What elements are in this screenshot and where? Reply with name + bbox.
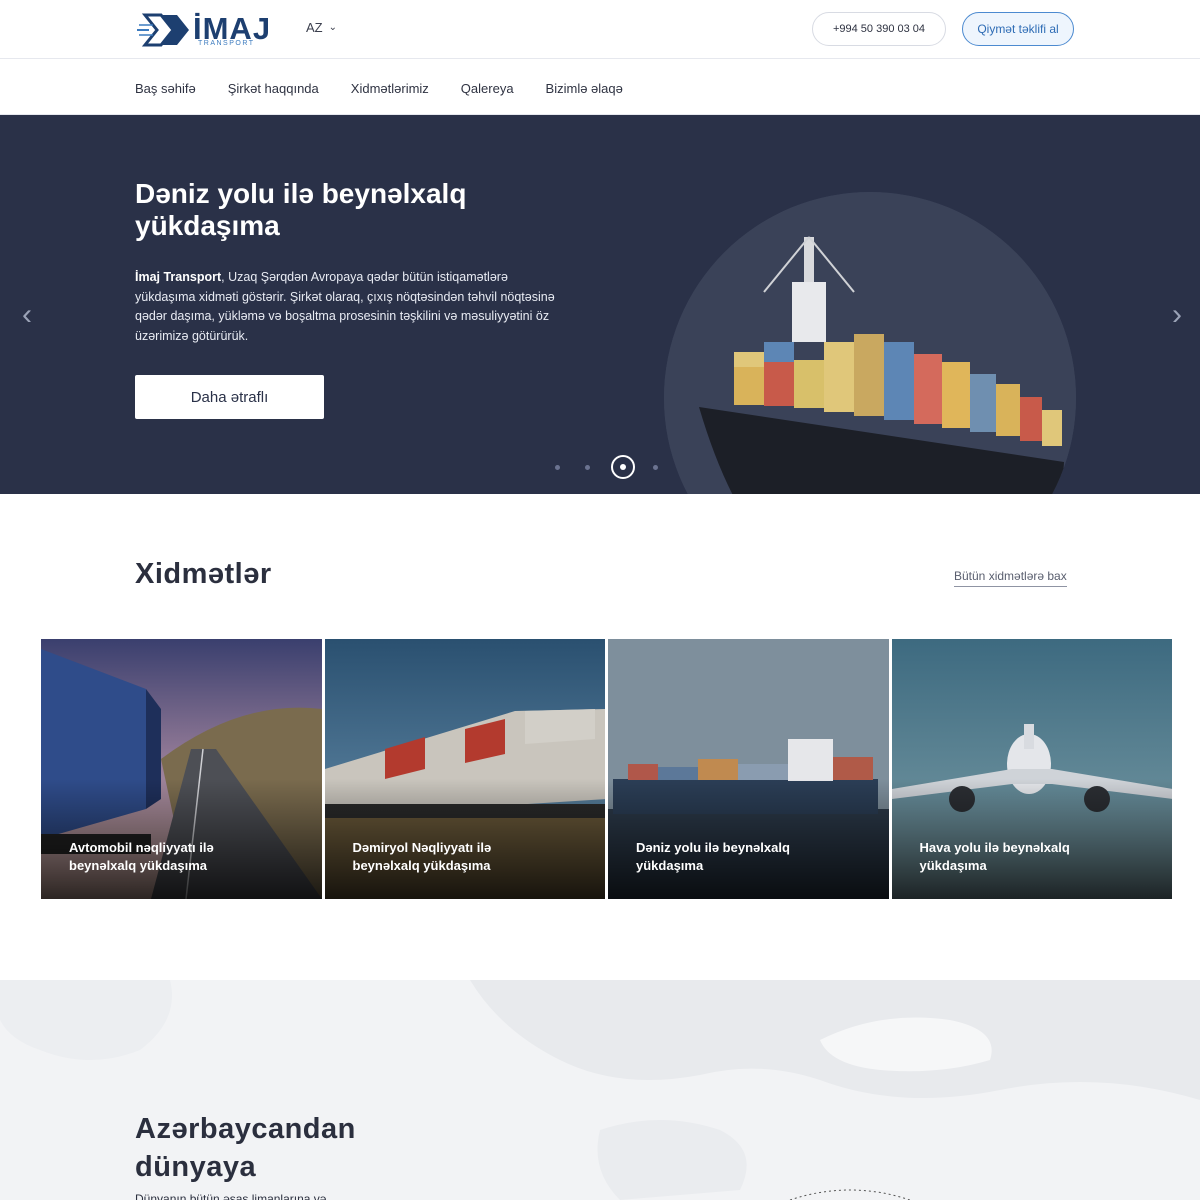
- nav-item-about[interactable]: Şirkət haqqında: [228, 81, 319, 96]
- slider-dot-4[interactable]: [653, 464, 658, 470]
- service-card-sea[interactable]: Dəniz yolu ilə beynəlxalq yükdaşıma: [608, 639, 889, 899]
- chevron-down-icon: ⌄: [328, 22, 338, 33]
- nav-item-contact[interactable]: Bizimlə əlaqə: [546, 81, 623, 96]
- service-card-air[interactable]: Hava yolu ilə beynəlxalq yükdaşıma: [891, 639, 1172, 899]
- service-card-label: Hava yolu ilə beynəlxalq yükdaşıma: [919, 840, 1070, 873]
- cargo-ship-image: [664, 192, 1076, 494]
- hero-title: Dəniz yolu ilə beynəlxalq yükdaşıma: [135, 178, 467, 241]
- world-heading: Azərbaycandan dünyaya: [135, 1113, 356, 1183]
- services-heading: Xidmətlər: [135, 558, 272, 590]
- hero-brand-name: İmaj Transport: [135, 270, 222, 284]
- top-header: İMAJ TRANSPORT AZ ⌄ +994 50 390 03 04 Qi…: [0, 0, 1200, 59]
- language-label: AZ: [306, 20, 323, 35]
- phone-button[interactable]: +994 50 390 03 04: [812, 12, 946, 46]
- nav-item-home[interactable]: Baş səhifə: [135, 81, 196, 96]
- slider-dot-3-active[interactable]: [611, 455, 635, 479]
- slider-pagination: [555, 455, 683, 479]
- main-navigation: Baş səhifə Şirkət haqqında Xidmətlərimiz…: [0, 59, 1200, 115]
- world-text: Dünyanın bütün əsas limanlarına və: [135, 1192, 327, 1200]
- slider-next-arrow-icon[interactable]: ›: [1172, 300, 1182, 330]
- nav-item-services[interactable]: Xidmətlərimiz: [351, 81, 429, 96]
- logo-arrows-icon: [137, 13, 189, 47]
- service-card-label: Dəniz yolu ilə beynəlxalq yükdaşıma: [636, 840, 790, 873]
- service-card-rail[interactable]: Dəmiryol Nəqliyyatı ilə beynəlxalq yükda…: [324, 639, 605, 899]
- logo-subtitle: TRANSPORT: [198, 40, 255, 47]
- service-card-label: Avtomobil nəqliyyatı ilə beynəlxalq yükd…: [69, 840, 214, 873]
- logo[interactable]: İMAJ TRANSPORT: [135, 9, 280, 51]
- world-section: Azərbaycandan dünyaya Dünyanın bütün əsa…: [0, 980, 1200, 1200]
- slider-dot-2[interactable]: [585, 464, 590, 470]
- service-card-truck[interactable]: Avtomobil nəqliyyatı ilə beynəlxalq yükd…: [41, 639, 322, 899]
- slider-prev-arrow-icon[interactable]: ‹: [22, 300, 32, 330]
- hero-description: İmaj Transport, Uzaq Şərqdən Avropaya qə…: [135, 268, 565, 346]
- slider-dot-1[interactable]: [555, 464, 560, 470]
- nav-item-gallery[interactable]: Qalereya: [461, 81, 514, 96]
- language-selector[interactable]: AZ ⌄: [306, 20, 337, 35]
- service-cards: Avtomobil nəqliyyatı ilə beynəlxalq yükd…: [41, 639, 1172, 899]
- get-quote-button[interactable]: Qiymət təklifi al: [962, 12, 1074, 46]
- hero-slider: ‹ › Dəniz yolu ilə beynəlxalq yükdaşıma …: [0, 115, 1200, 494]
- more-info-button[interactable]: Daha ətraflı: [135, 375, 324, 419]
- all-services-link[interactable]: Bütün xidmətlərə bax: [954, 569, 1067, 587]
- service-card-label: Dəmiryol Nəqliyyatı ilə beynəlxalq yükda…: [352, 840, 492, 873]
